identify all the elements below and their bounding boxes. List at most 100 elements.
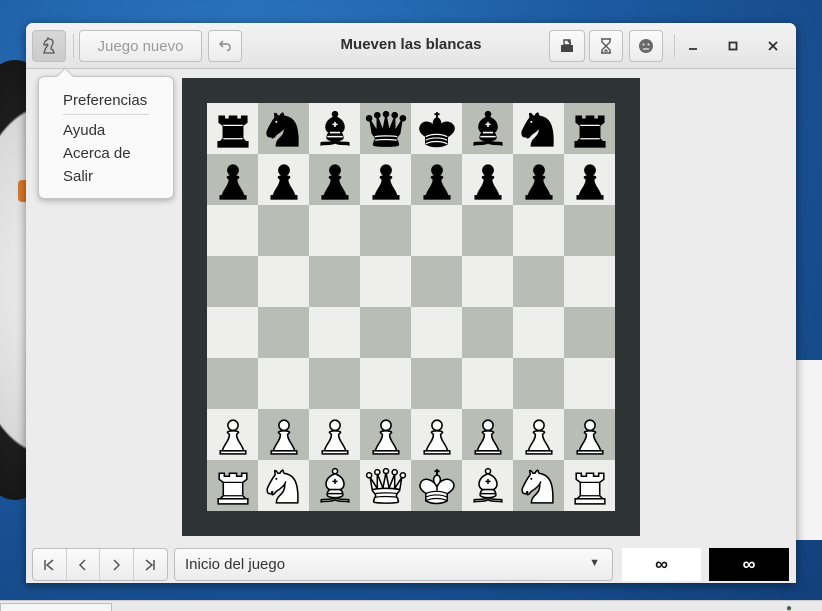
square-h5[interactable] — [564, 256, 615, 307]
last-move-button[interactable] — [134, 549, 167, 580]
menu-item-acerca-de[interactable]: Acerca de — [63, 144, 131, 164]
undo-icon — [218, 40, 231, 52]
square-e2[interactable] — [411, 409, 462, 460]
square-e7[interactable] — [411, 154, 462, 205]
square-b6[interactable] — [258, 205, 309, 256]
square-g6[interactable] — [513, 205, 564, 256]
black-pawn-icon — [422, 163, 451, 200]
square-f6[interactable] — [462, 205, 513, 256]
square-c2[interactable] — [309, 409, 360, 460]
square-b8[interactable] — [258, 103, 309, 154]
white-pawn-icon — [473, 418, 502, 455]
history-selected: Inicio del juego — [185, 556, 286, 573]
square-e6[interactable] — [411, 205, 462, 256]
square-e1[interactable] — [411, 460, 462, 511]
square-a2[interactable] — [207, 409, 258, 460]
maximize-button[interactable] — [721, 34, 745, 58]
square-h4[interactable] — [564, 307, 615, 358]
next-move-button[interactable] — [100, 549, 134, 580]
square-h1[interactable] — [564, 460, 615, 511]
square-d2[interactable] — [360, 409, 411, 460]
square-f4[interactable] — [462, 307, 513, 358]
square-b1[interactable] — [258, 460, 309, 511]
square-g4[interactable] — [513, 307, 564, 358]
maximize-icon — [728, 41, 738, 51]
square-f7[interactable] — [462, 154, 513, 205]
square-f2[interactable] — [462, 409, 513, 460]
white-bishop-icon — [472, 467, 503, 503]
square-b7[interactable] — [258, 154, 309, 205]
square-g7[interactable] — [513, 154, 564, 205]
square-b3[interactable] — [258, 358, 309, 409]
black-rook-icon — [216, 114, 249, 148]
history-combo[interactable]: Inicio del juego ▼ — [174, 548, 613, 581]
square-a7[interactable] — [207, 154, 258, 205]
square-c7[interactable] — [309, 154, 360, 205]
app-menu-button[interactable] — [32, 30, 66, 62]
square-f5[interactable] — [462, 256, 513, 307]
square-c4[interactable] — [309, 307, 360, 358]
square-c1[interactable] — [309, 460, 360, 511]
square-a1[interactable] — [207, 460, 258, 511]
white-pawn-icon — [422, 418, 451, 455]
square-e8[interactable] — [411, 103, 462, 154]
square-g8[interactable] — [513, 103, 564, 154]
square-g5[interactable] — [513, 256, 564, 307]
black-pawn-icon — [524, 163, 553, 200]
close-button[interactable] — [761, 34, 785, 58]
white-knight-icon — [520, 468, 554, 504]
undo-button[interactable] — [208, 30, 242, 62]
tray-icon[interactable]: ● — [786, 603, 806, 611]
new-game-label: Juego nuevo — [97, 37, 184, 55]
square-e5[interactable] — [411, 256, 462, 307]
square-d6[interactable] — [360, 205, 411, 256]
taskbar-window-item[interactable] — [0, 603, 112, 611]
menu-item-preferencias[interactable]: Preferencias — [63, 91, 147, 111]
square-d5[interactable] — [360, 256, 411, 307]
square-a3[interactable] — [207, 358, 258, 409]
white-clock: ∞ — [622, 548, 701, 581]
chess-board[interactable] — [207, 103, 615, 511]
save-button[interactable] — [549, 30, 585, 62]
square-d3[interactable] — [360, 358, 411, 409]
square-f8[interactable] — [462, 103, 513, 154]
square-e3[interactable] — [411, 358, 462, 409]
square-a5[interactable] — [207, 256, 258, 307]
square-d8[interactable] — [360, 103, 411, 154]
square-c3[interactable] — [309, 358, 360, 409]
square-h2[interactable] — [564, 409, 615, 460]
square-h3[interactable] — [564, 358, 615, 409]
previous-move-button[interactable] — [67, 549, 100, 580]
menu-item-ayuda[interactable]: Ayuda — [63, 121, 105, 141]
minimize-button[interactable] — [681, 34, 705, 58]
square-h6[interactable] — [564, 205, 615, 256]
square-b5[interactable] — [258, 256, 309, 307]
knight-menu-icon — [43, 37, 55, 54]
hourglass-icon — [601, 38, 611, 54]
square-a6[interactable] — [207, 205, 258, 256]
square-d1[interactable] — [360, 460, 411, 511]
square-c8[interactable] — [309, 103, 360, 154]
square-a4[interactable] — [207, 307, 258, 358]
square-d4[interactable] — [360, 307, 411, 358]
pause-timer-button[interactable] — [589, 30, 623, 62]
menu-item-salir[interactable]: Salir — [63, 167, 93, 187]
resign-button[interactable] — [629, 30, 663, 62]
square-b2[interactable] — [258, 409, 309, 460]
square-c5[interactable] — [309, 256, 360, 307]
first-move-button[interactable] — [33, 549, 67, 580]
square-a8[interactable] — [207, 103, 258, 154]
square-h8[interactable] — [564, 103, 615, 154]
square-c6[interactable] — [309, 205, 360, 256]
square-e4[interactable] — [411, 307, 462, 358]
square-g1[interactable] — [513, 460, 564, 511]
square-g2[interactable] — [513, 409, 564, 460]
square-f3[interactable] — [462, 358, 513, 409]
square-h7[interactable] — [564, 154, 615, 205]
square-d7[interactable] — [360, 154, 411, 205]
square-b4[interactable] — [258, 307, 309, 358]
black-queen-icon — [365, 110, 406, 147]
square-g3[interactable] — [513, 358, 564, 409]
new-game-button[interactable]: Juego nuevo — [79, 30, 202, 62]
square-f1[interactable] — [462, 460, 513, 511]
